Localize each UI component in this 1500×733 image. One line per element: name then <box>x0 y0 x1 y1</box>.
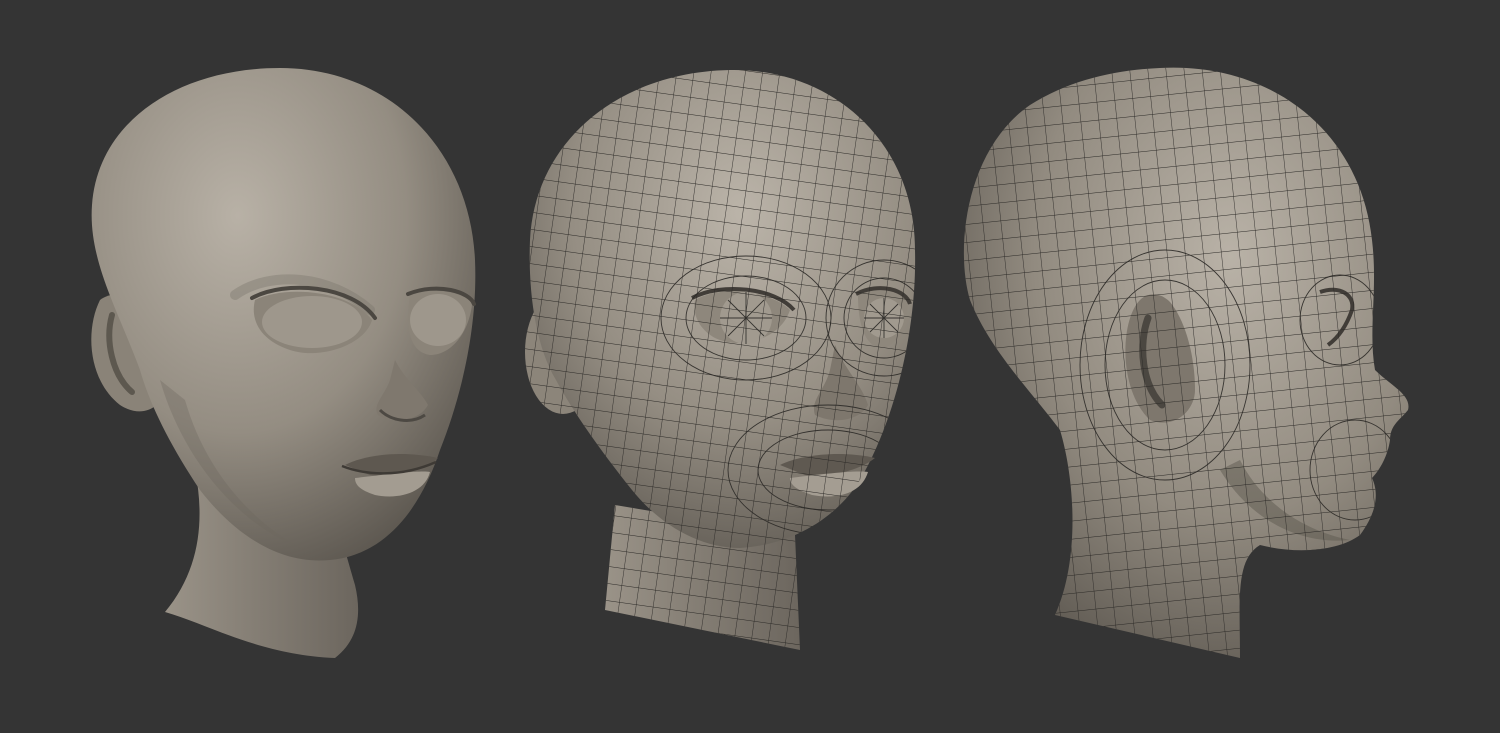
wireframe-head-profile-render <box>963 67 1409 658</box>
wireframe-head-front-render <box>525 69 916 650</box>
smooth-head-render <box>91 68 476 658</box>
render-viewport <box>0 0 1500 733</box>
head-render-canvas <box>91 67 1409 658</box>
